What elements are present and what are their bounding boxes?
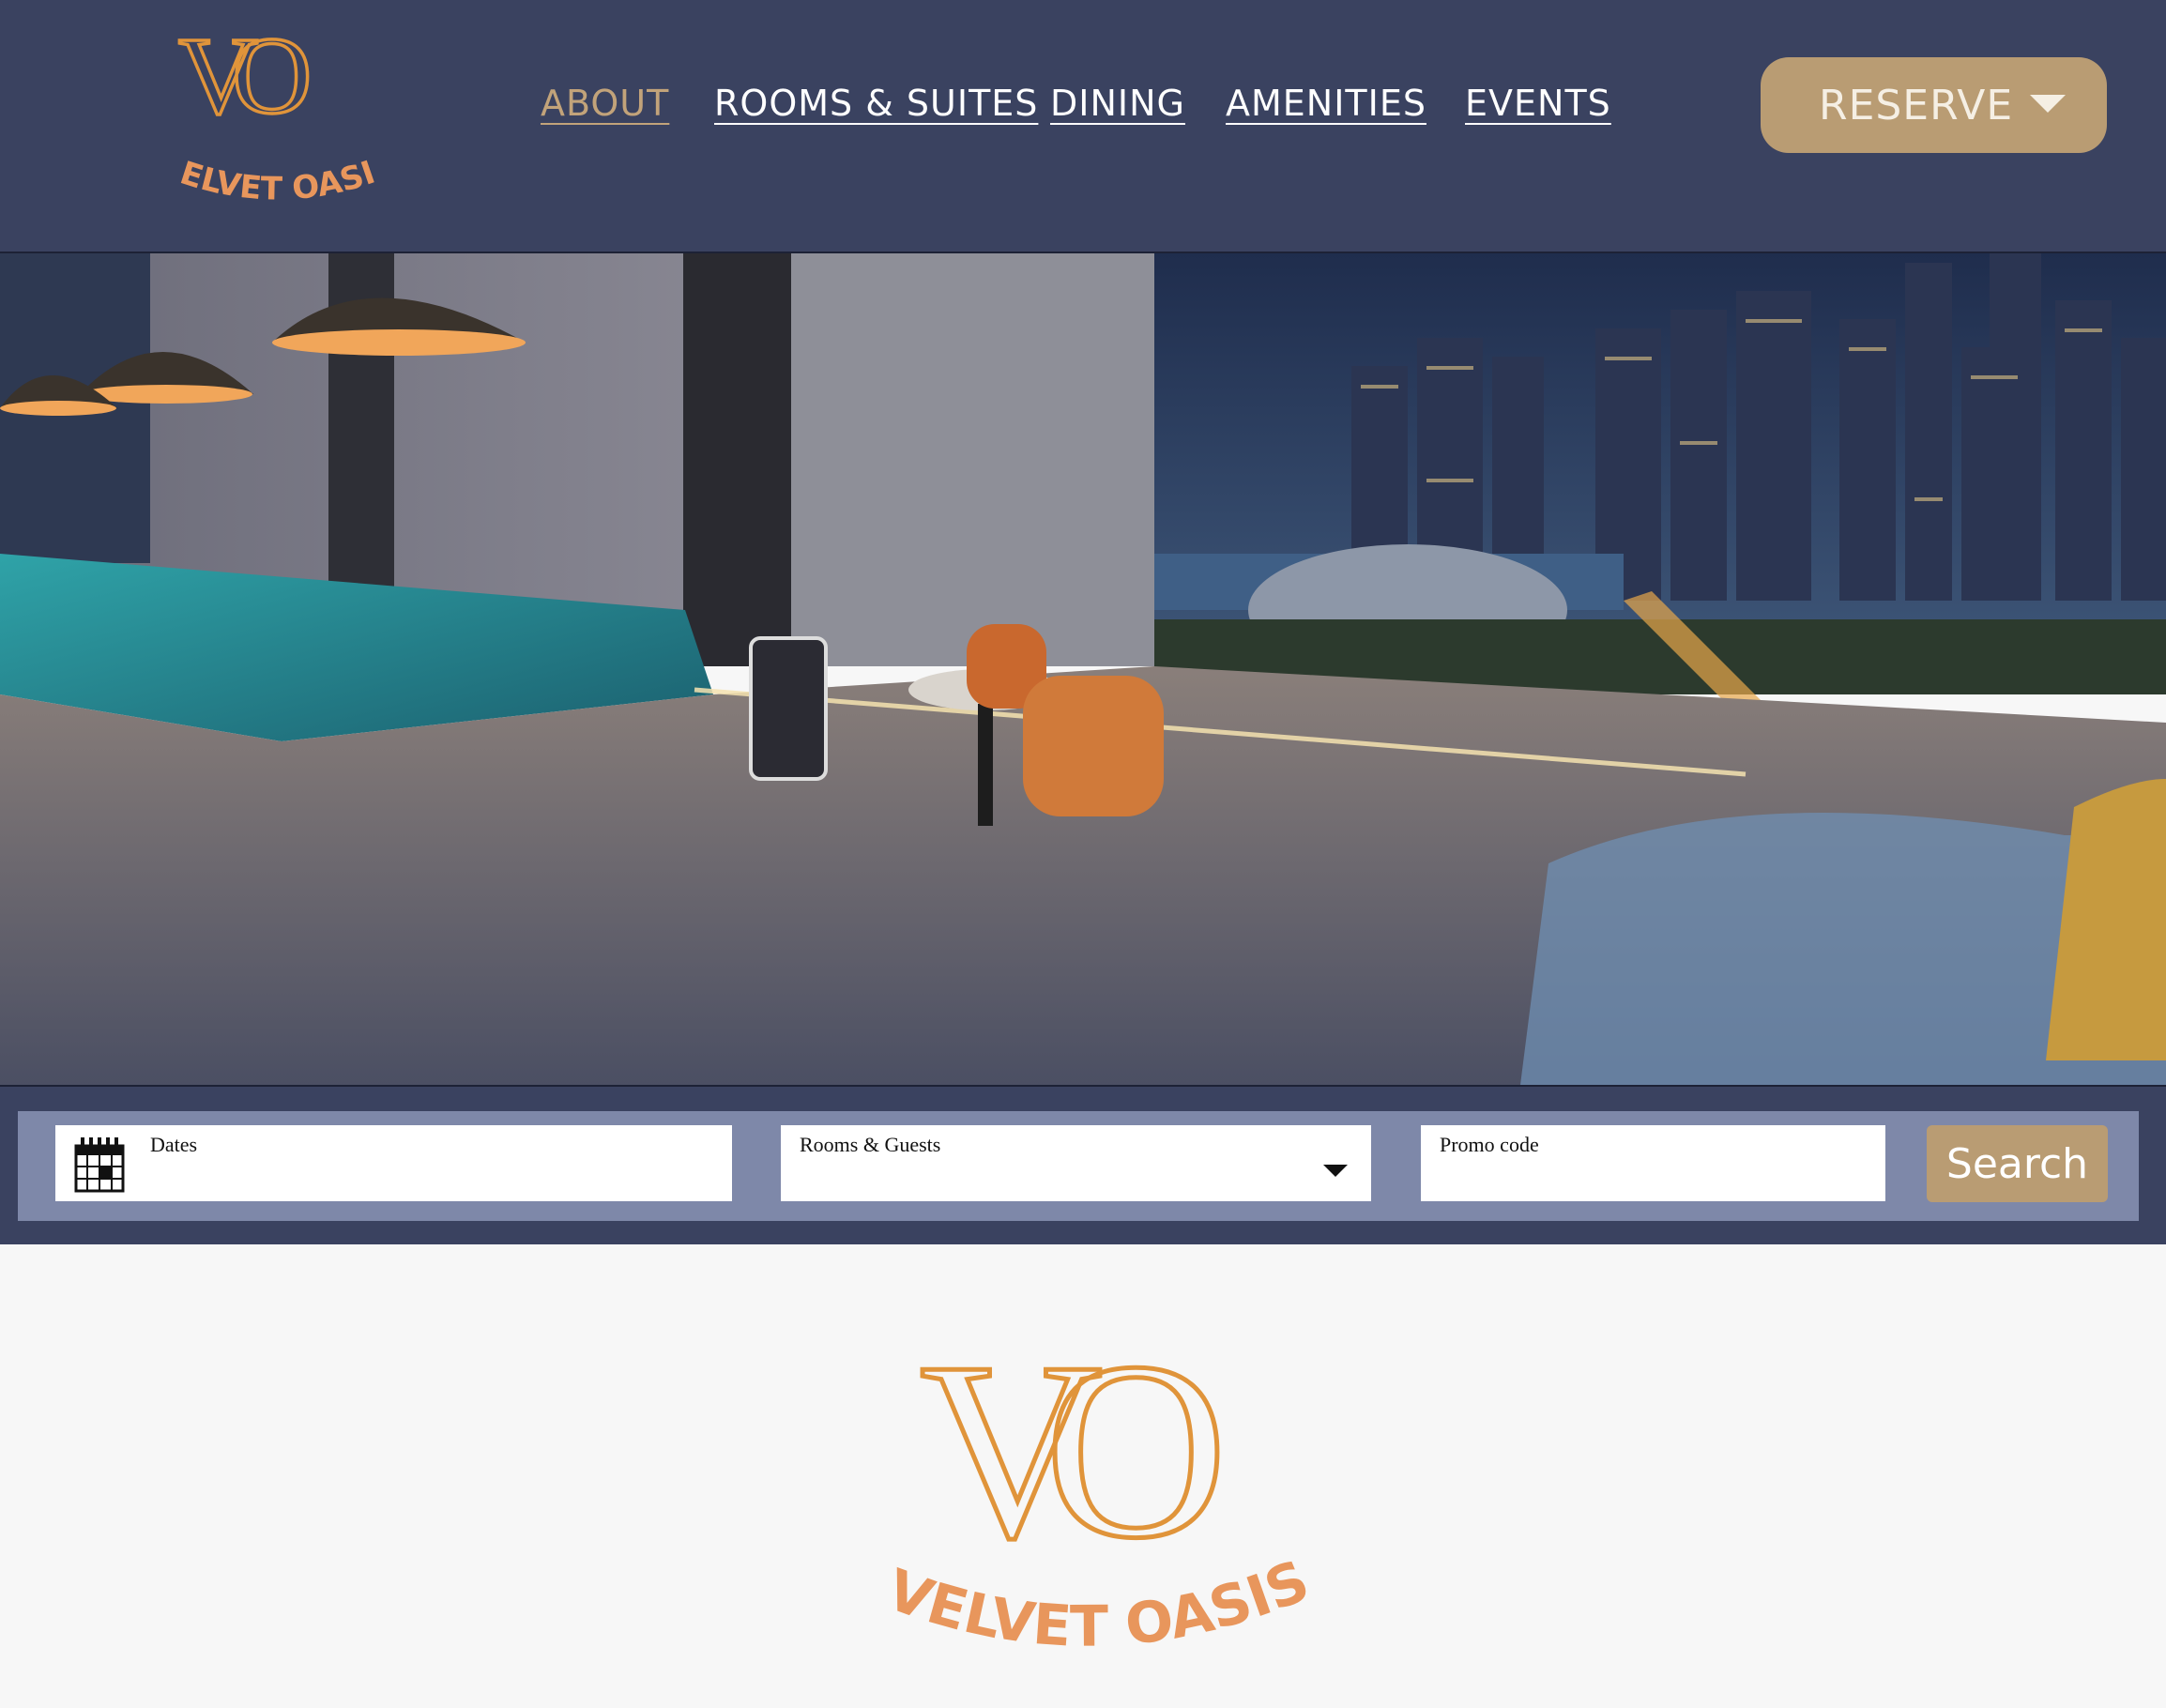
velvet-oasis-logo-large: VO VELVET OASIS [882,1308,1314,1660]
booking-form: Dates Rooms & Guests Promo code Search [18,1111,2139,1221]
reserve-label: RESERVE [1819,81,2014,130]
rooms-guests-label: Rooms & Guests [800,1133,941,1156]
nav-about[interactable]: ABOUT [541,83,669,124]
nav-amenities[interactable]: AMENITIES [1226,83,1426,124]
nav-events[interactable]: EVENTS [1465,83,1611,124]
nav-dining[interactable]: DINING [1050,83,1185,124]
chevron-down-icon [2030,95,2066,113]
nav-rooms-suites[interactable]: ROOMS & SUITES [714,83,1038,124]
dates-field[interactable]: Dates [55,1125,732,1201]
velvet-oasis-logo[interactable]: VO VELVET OASIS [160,19,394,216]
dates-label: Dates [150,1133,198,1156]
calendar-icon[interactable] [74,1135,125,1193]
search-button[interactable]: Search [1927,1125,2108,1202]
logo-monogram: VO [178,19,308,137]
hero-image [0,252,2166,1087]
promo-code-input[interactable]: Promo code [1421,1125,1885,1201]
logo-monogram-large: VO [920,1310,1219,1591]
booking-bar: Dates Rooms & Guests Promo code Search [0,1087,2166,1244]
chevron-down-icon[interactable] [1323,1165,1348,1177]
reserve-button[interactable]: RESERVE [1761,57,2107,153]
promo-code-label: Promo code [1440,1133,1539,1156]
site-header: VO VELVET OASIS ABOUT ROOMS & SUITES DIN… [0,0,2166,252]
rooms-guests-select[interactable]: Rooms & Guests [781,1125,1371,1201]
brand-section: VO VELVET OASIS [0,1244,2166,1708]
